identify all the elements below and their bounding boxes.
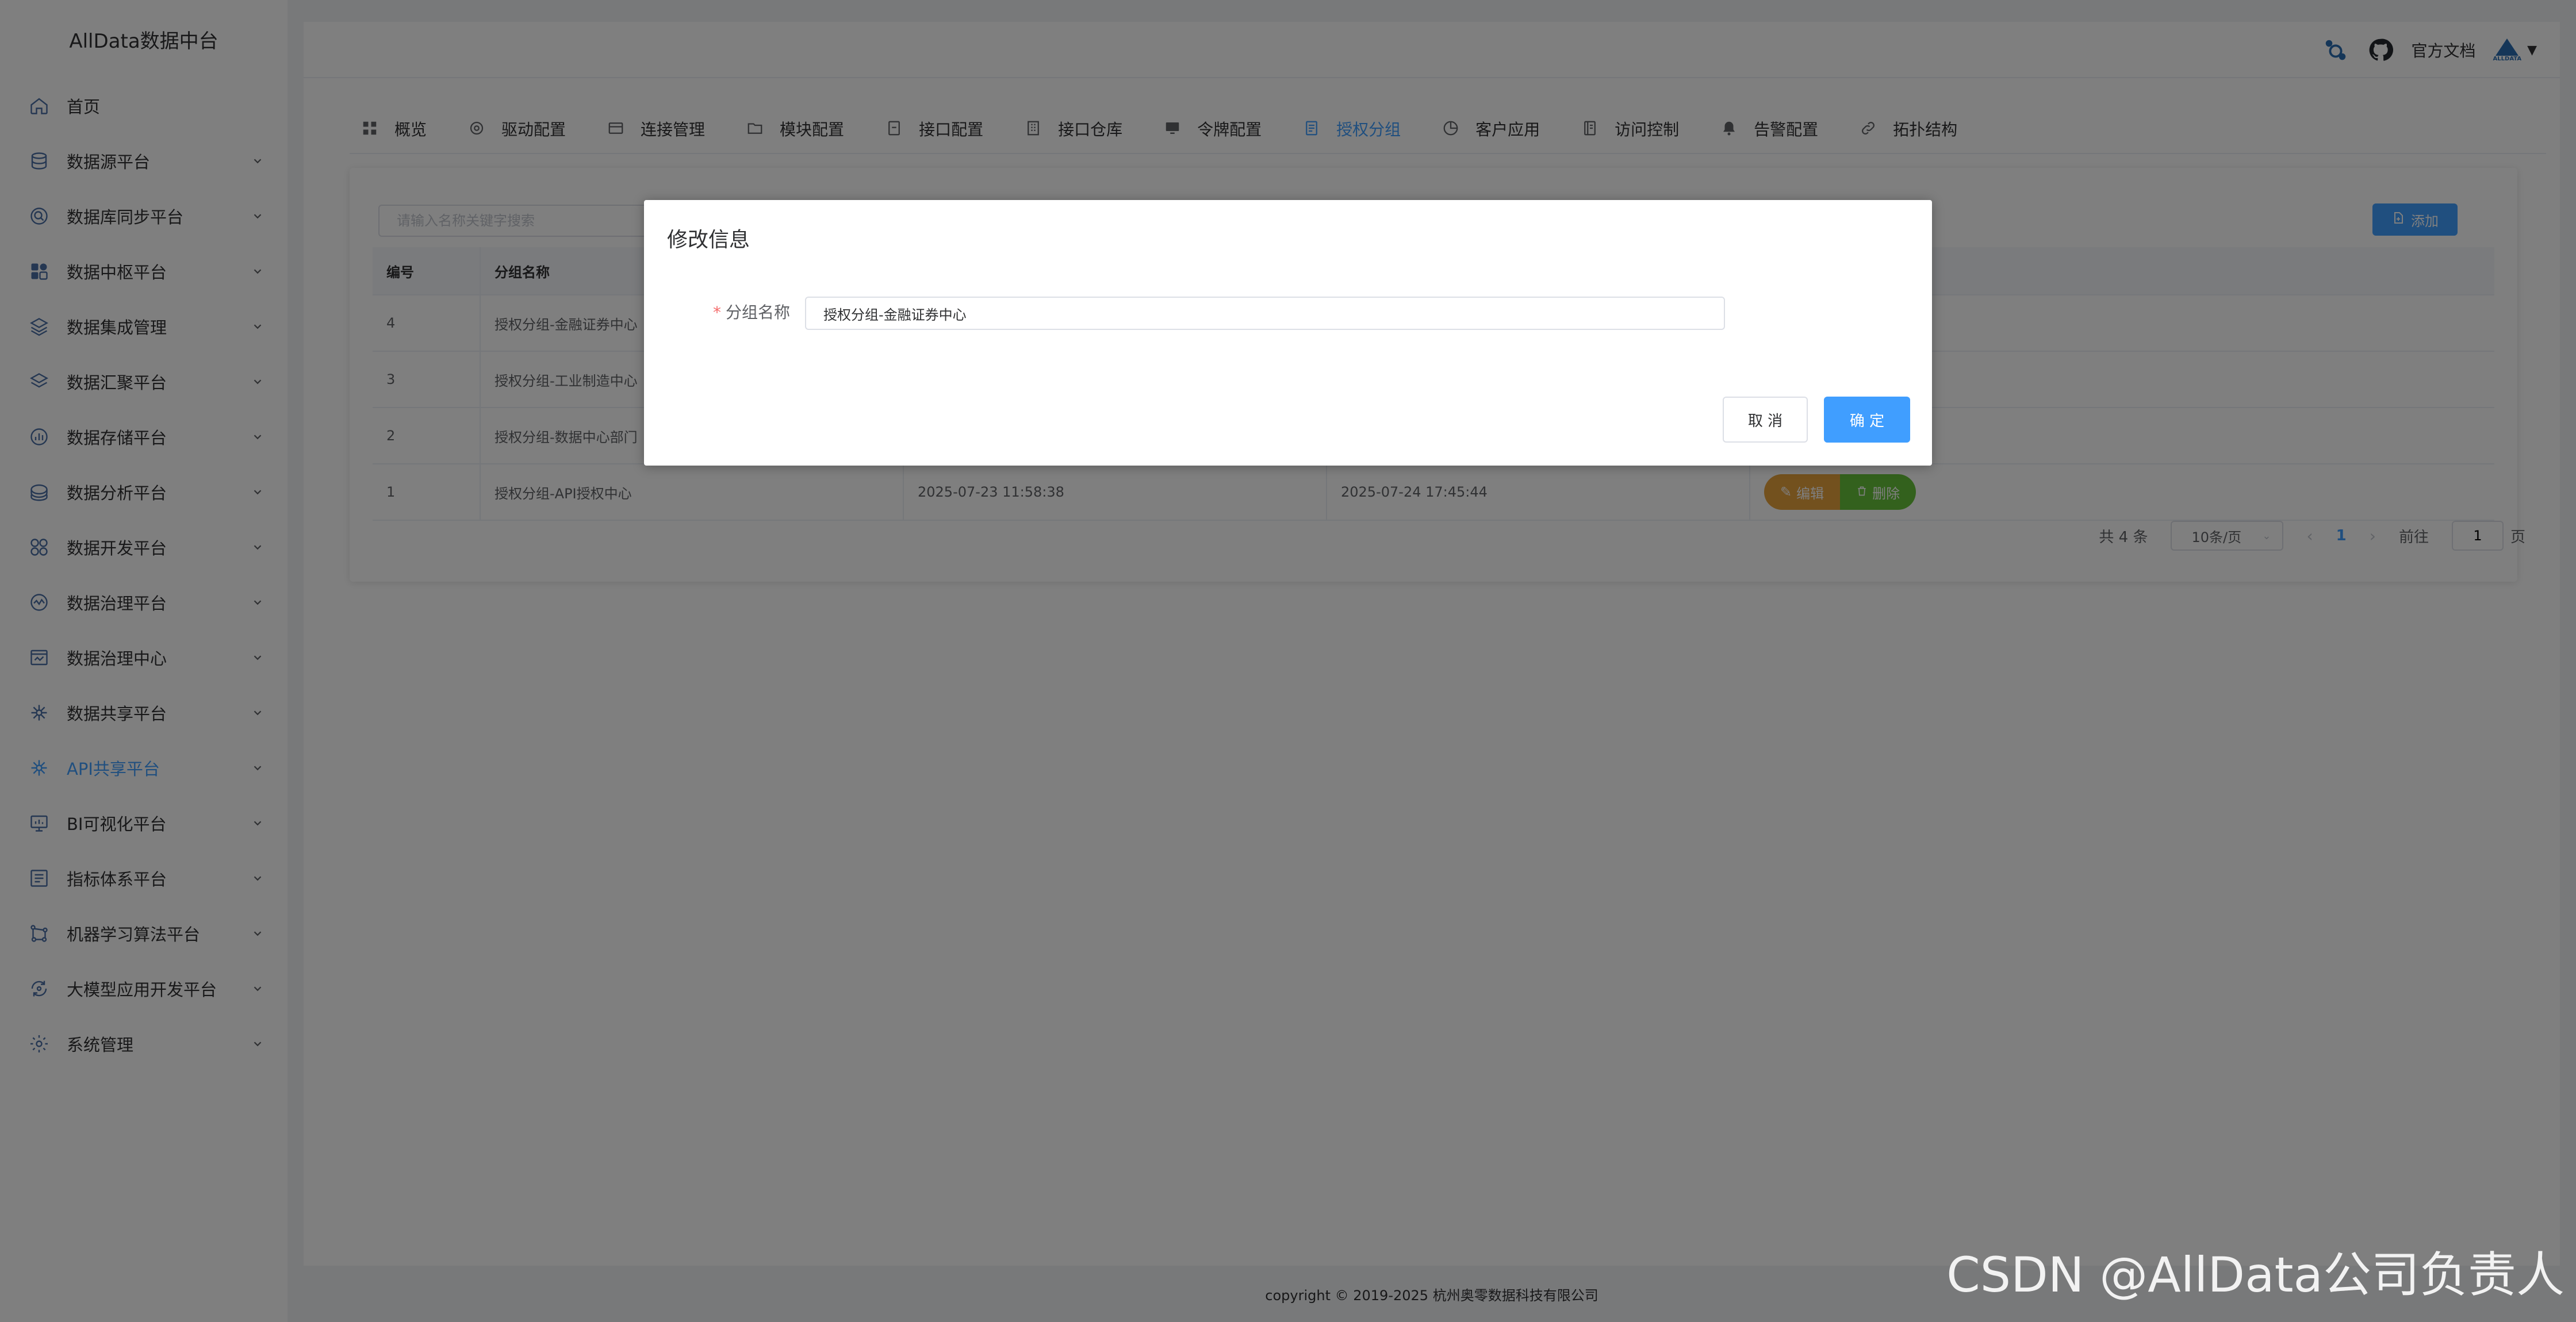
group-name-label: * 分组名称 — [713, 300, 790, 323]
group-name-input[interactable] — [805, 297, 1725, 330]
required-mark: * — [713, 303, 721, 322]
modal-overlay[interactable] — [0, 0, 2576, 1322]
dialog-title: 修改信息 — [667, 228, 750, 252]
edit-dialog: 修改信息 * 分组名称 取 消 确 定 — [644, 200, 1932, 466]
cancel-button[interactable]: 取 消 — [1723, 397, 1808, 443]
confirm-button[interactable]: 确 定 — [1824, 397, 1910, 443]
watermark: CSDN @AllData公司负责人 — [1946, 1247, 2564, 1303]
group-name-label-text: 分组名称 — [726, 303, 791, 322]
